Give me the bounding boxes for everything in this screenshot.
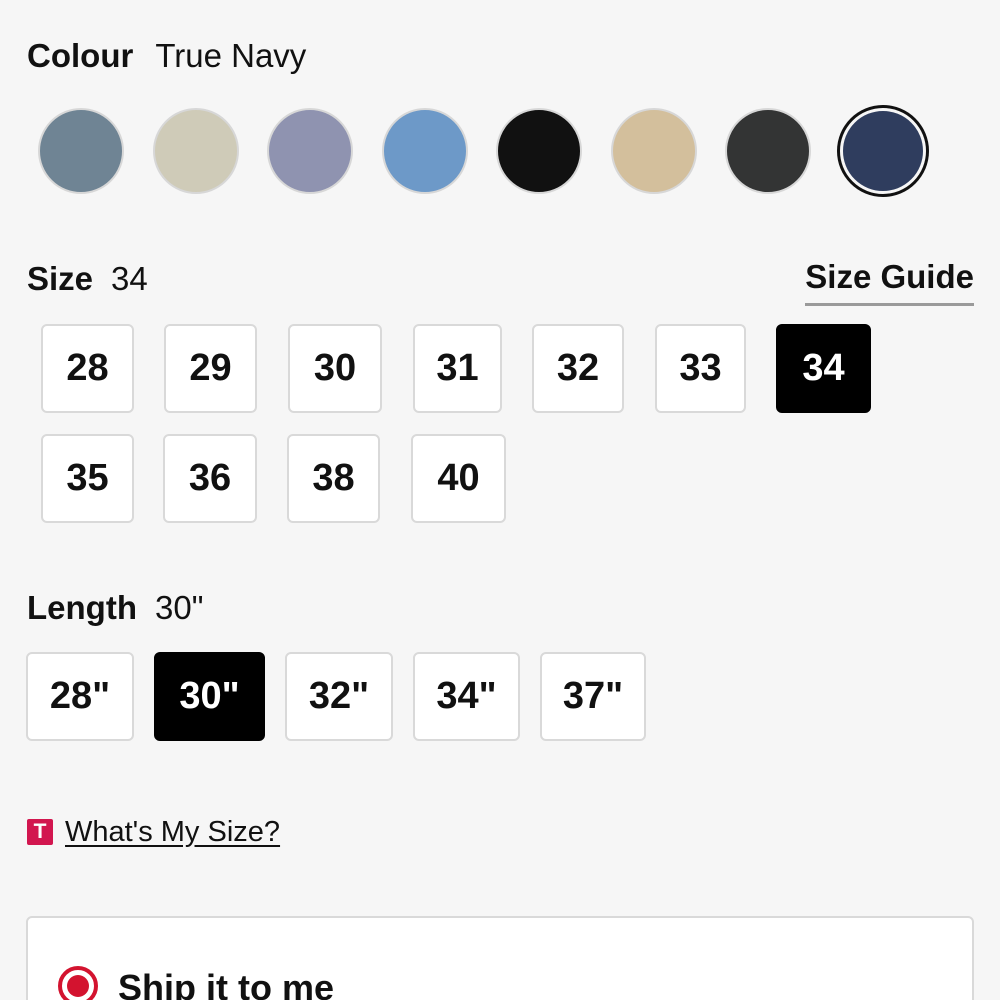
swatch-lavender-grey[interactable] bbox=[267, 108, 353, 194]
whats-my-size: T What's My Size? bbox=[27, 815, 280, 849]
size-option-33[interactable]: 33 bbox=[655, 324, 746, 413]
length-option-32in[interactable]: 32" bbox=[285, 652, 393, 741]
ship-to-me-option[interactable]: Ship it to me bbox=[26, 916, 974, 1000]
swatch-black[interactable] bbox=[496, 108, 582, 194]
length-option-28in[interactable]: 28" bbox=[26, 652, 134, 741]
length-option-37in[interactable]: 37" bbox=[540, 652, 646, 741]
swatch-light-khaki[interactable] bbox=[153, 108, 239, 194]
size-option-30[interactable]: 30 bbox=[288, 324, 382, 413]
length-header: Length 30" bbox=[27, 588, 203, 628]
size-option-35[interactable]: 35 bbox=[41, 434, 134, 523]
length-selected-value: 30" bbox=[154, 589, 204, 626]
length-option-34in[interactable]: 34" bbox=[413, 652, 520, 741]
size-option-29[interactable]: 29 bbox=[164, 324, 257, 413]
colour-label: Colour bbox=[27, 37, 134, 74]
colour-selected-value: True Navy bbox=[155, 37, 307, 74]
colour-swatches bbox=[38, 108, 948, 198]
size-header: Size 34 bbox=[27, 259, 148, 299]
swatch-charcoal[interactable] bbox=[725, 108, 811, 194]
size-option-31[interactable]: 31 bbox=[413, 324, 502, 413]
size-option-32[interactable]: 32 bbox=[532, 324, 624, 413]
length-option-30in[interactable]: 30" bbox=[154, 652, 265, 741]
ship-radio-button[interactable] bbox=[58, 966, 98, 1000]
product-options-panel: Colour True Navy Size 34 Size Guide 28 29 30… bbox=[0, 0, 1000, 1000]
length-label: Length bbox=[27, 589, 137, 626]
whats-my-size-link[interactable]: What's My Size? bbox=[65, 816, 280, 849]
size-guide-link[interactable]: Size Guide bbox=[805, 257, 974, 306]
size-option-34[interactable]: 34 bbox=[776, 324, 871, 413]
ship-option-label: Ship it to me bbox=[118, 967, 334, 1000]
size-option-38[interactable]: 38 bbox=[287, 434, 380, 523]
swatch-true-navy[interactable] bbox=[840, 108, 926, 194]
radio-selected-dot bbox=[67, 975, 89, 997]
size-option-40[interactable]: 40 bbox=[411, 434, 506, 523]
size-option-36[interactable]: 36 bbox=[163, 434, 257, 523]
swatch-tan[interactable] bbox=[611, 108, 697, 194]
t-logo-icon: T bbox=[27, 819, 53, 845]
colour-header: Colour True Navy bbox=[27, 36, 306, 76]
swatch-sky-blue[interactable] bbox=[382, 108, 468, 194]
size-option-28[interactable]: 28 bbox=[41, 324, 134, 413]
size-selected-value: 34 bbox=[111, 260, 148, 297]
swatch-slate-blue[interactable] bbox=[38, 108, 124, 194]
size-label: Size bbox=[27, 260, 94, 297]
